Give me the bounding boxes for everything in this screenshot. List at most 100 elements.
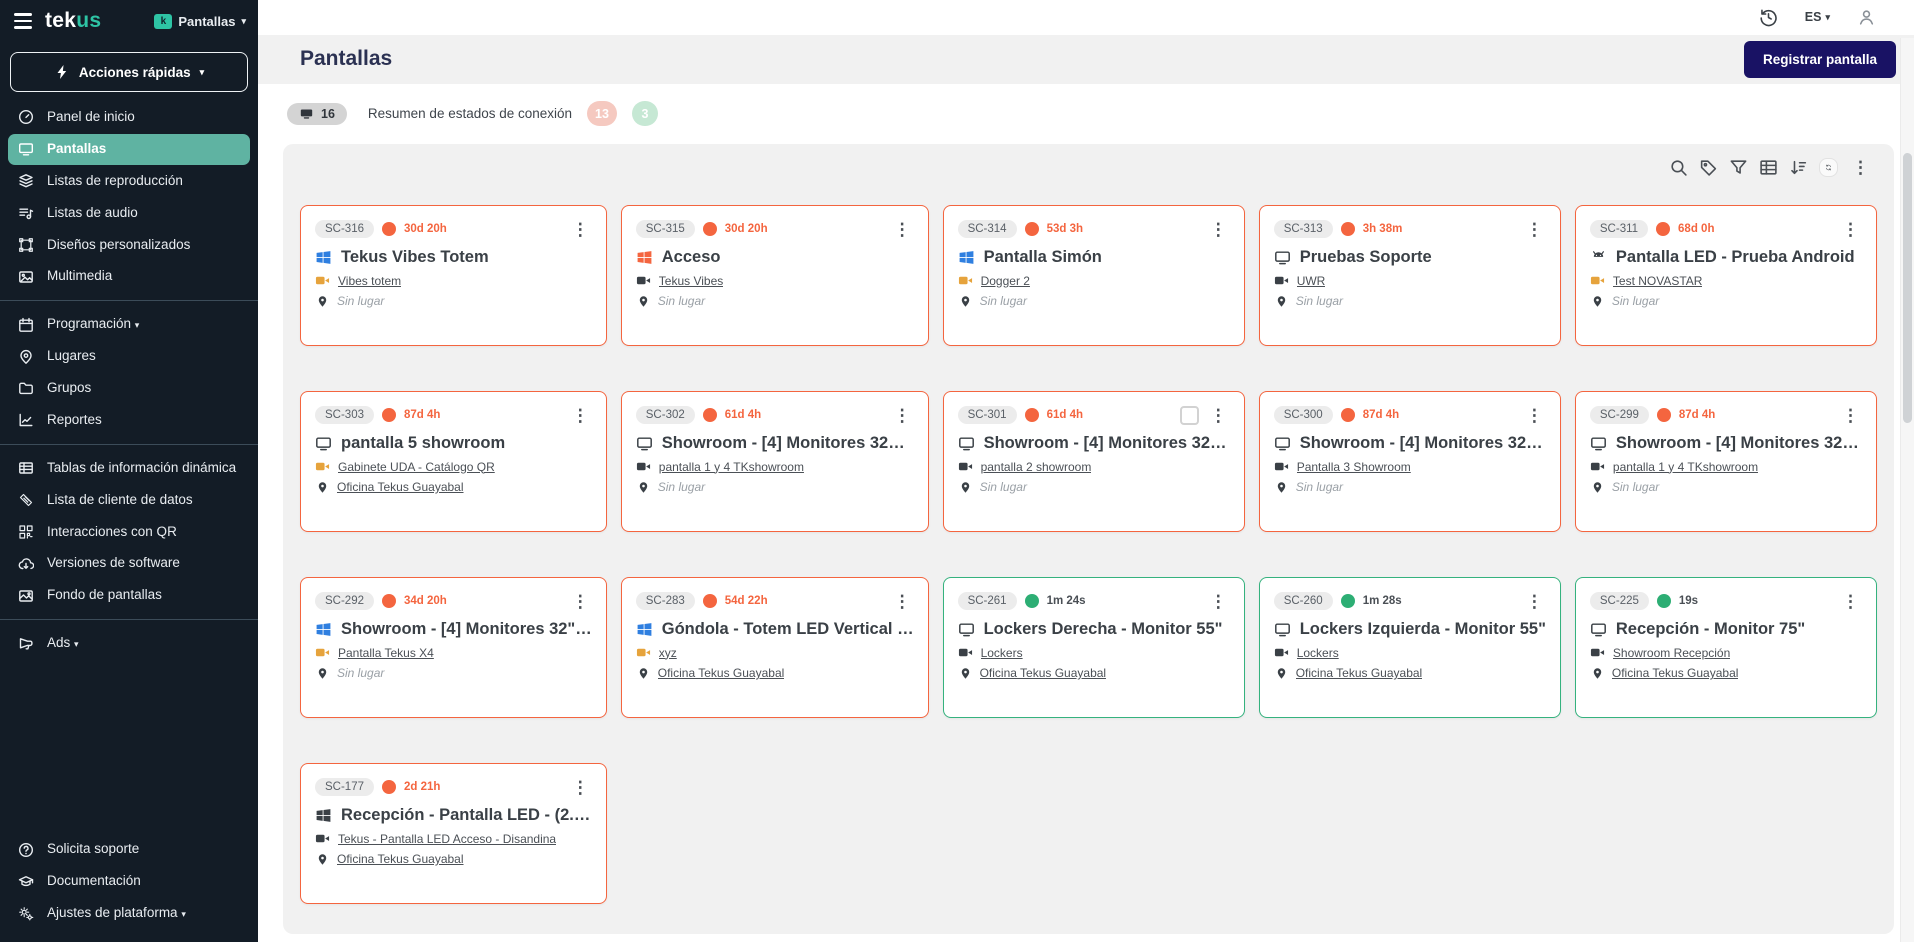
card-menu-icon[interactable]: ⋮ bbox=[569, 779, 592, 796]
select-checkbox[interactable] bbox=[1180, 406, 1199, 425]
card-header: SC-2601m 28s⋮ bbox=[1274, 589, 1546, 613]
card-menu-icon[interactable]: ⋮ bbox=[1207, 221, 1230, 238]
playlist-link[interactable]: Pantalla 3 Showroom bbox=[1297, 460, 1411, 474]
screen-card[interactable]: SC-22519s⋮Recepción - Monitor 75"Showroo… bbox=[1575, 577, 1877, 718]
sidebar-item-listas-de-reproducci-n[interactable]: Listas de reproducción bbox=[8, 166, 250, 197]
card-menu-icon[interactable]: ⋮ bbox=[569, 221, 592, 238]
playlist-link[interactable]: Vibes totem bbox=[338, 274, 401, 288]
sidebar-item-ads[interactable]: Ads ▾ bbox=[8, 628, 250, 659]
card-menu-icon[interactable]: ⋮ bbox=[1839, 407, 1862, 424]
scrollbar[interactable] bbox=[1900, 38, 1914, 942]
menu-icon[interactable] bbox=[12, 11, 34, 30]
playlist-link[interactable]: xyz bbox=[659, 646, 677, 660]
register-screen-button[interactable]: Registrar pantalla bbox=[1744, 41, 1896, 78]
card-menu-icon[interactable]: ⋮ bbox=[569, 593, 592, 610]
quick-actions-button[interactable]: Acciones rápidas ▾ bbox=[10, 52, 248, 92]
filter-icon[interactable] bbox=[1729, 158, 1748, 177]
history-icon[interactable] bbox=[1759, 8, 1778, 27]
camera-icon bbox=[1590, 459, 1605, 474]
screen-card[interactable]: SC-29234d 20h⋮Showroom - [4] Monitores 3… bbox=[300, 577, 607, 718]
monitor-icon bbox=[1590, 435, 1607, 452]
sidebar-item-listas-de-audio[interactable]: Listas de audio bbox=[8, 198, 250, 229]
location-link[interactable]: Oficina Tekus Guayabal bbox=[337, 480, 464, 494]
sidebar-item-panel-de-inicio[interactable]: Panel de inicio bbox=[8, 102, 250, 133]
card-menu-icon[interactable]: ⋮ bbox=[891, 593, 914, 610]
sidebar-item-programaci-n[interactable]: Programación ▾ bbox=[8, 309, 250, 340]
location-link[interactable]: Oficina Tekus Guayabal bbox=[337, 852, 464, 866]
sidebar-item-label: Listas de audio bbox=[47, 205, 138, 222]
playlist-link[interactable]: Test NOVASTAR bbox=[1613, 274, 1703, 288]
card-menu-icon[interactable]: ⋮ bbox=[1523, 221, 1546, 238]
screen-card[interactable]: SC-3133h 38m⋮Pruebas SoporteUWRSin lugar bbox=[1259, 205, 1561, 346]
table-view-icon[interactable] bbox=[1759, 158, 1778, 177]
sidebar-item-lugares[interactable]: Lugares bbox=[8, 341, 250, 372]
location-row: Oficina Tekus Guayabal bbox=[636, 666, 914, 680]
tag-icon[interactable] bbox=[1699, 158, 1718, 177]
playlist-link[interactable]: Tekus Vibes bbox=[659, 274, 723, 288]
sidebar-item-dise-os-personalizados[interactable]: Diseños personalizados bbox=[8, 230, 250, 261]
screen-card[interactable]: SC-29987d 4h⋮Showroom - [4] Monitores 32… bbox=[1575, 391, 1877, 532]
screen-card[interactable]: SC-30087d 4h⋮Showroom - [4] Monitores 32… bbox=[1259, 391, 1561, 532]
location-link[interactable]: Oficina Tekus Guayabal bbox=[980, 666, 1107, 680]
screen-card[interactable]: SC-30161d 4h⋮Showroom - [4] Monitores 32… bbox=[943, 391, 1245, 532]
sidebar-item-interacciones-con-qr[interactable]: Interacciones con QR bbox=[8, 517, 250, 548]
card-menu-icon[interactable]: ⋮ bbox=[1523, 593, 1546, 610]
card-menu-icon[interactable]: ⋮ bbox=[891, 221, 914, 238]
playlist-link[interactable]: pantalla 1 y 4 TKshowroom bbox=[1613, 460, 1758, 474]
search-icon[interactable] bbox=[1669, 158, 1688, 177]
windows-icon bbox=[315, 249, 332, 266]
sidebar-item-ajustes-de-plataforma[interactable]: Ajustes de plataforma ▾ bbox=[8, 898, 250, 929]
screen-card[interactable]: SC-31530d 20h⋮AccesoTekus VibesSin lugar bbox=[621, 205, 929, 346]
sidebar-item-reportes[interactable]: Reportes bbox=[8, 405, 250, 436]
qr-icon bbox=[18, 524, 34, 540]
card-menu-icon[interactable]: ⋮ bbox=[891, 407, 914, 424]
playlist-row: Lockers bbox=[1274, 645, 1546, 660]
location-link[interactable]: Oficina Tekus Guayabal bbox=[658, 666, 785, 680]
playlist-link[interactable]: Dogger 2 bbox=[981, 274, 1030, 288]
playlist-link[interactable]: UWR bbox=[1297, 274, 1326, 288]
playlist-link[interactable]: Gabinete UDA - Catálogo QR bbox=[338, 460, 495, 474]
module-selector[interactable]: k Pantallas ▾ bbox=[154, 14, 246, 29]
location-link[interactable]: Oficina Tekus Guayabal bbox=[1612, 666, 1739, 680]
playlist-link[interactable]: Pantalla Tekus X4 bbox=[338, 646, 434, 660]
sidebar-item-lista-de-cliente-de-datos[interactable]: Lista de cliente de datos bbox=[8, 485, 250, 516]
card-menu-icon[interactable]: ⋮ bbox=[1839, 593, 1862, 610]
sidebar-item-fondo-de-pantallas[interactable]: Fondo de pantallas bbox=[8, 580, 250, 611]
card-menu-icon[interactable]: ⋮ bbox=[1207, 407, 1230, 424]
screen-card[interactable]: SC-30261d 4h⋮Showroom - [4] Monitores 32… bbox=[621, 391, 929, 532]
card-menu-icon[interactable]: ⋮ bbox=[1523, 407, 1546, 424]
screen-card[interactable]: SC-31168d 0h⋮Pantalla LED - Prueba Andro… bbox=[1575, 205, 1877, 346]
screen-card[interactable]: SC-30387d 4h⋮pantalla 5 showroomGabinete… bbox=[300, 391, 607, 532]
screen-card[interactable]: SC-31630d 20h⋮Tekus Vibes TotemVibes tot… bbox=[300, 205, 607, 346]
sidebar-item-grupos[interactable]: Grupos bbox=[8, 373, 250, 404]
card-menu-icon[interactable]: ⋮ bbox=[1839, 221, 1862, 238]
connection-duration: 87d 4h bbox=[1363, 409, 1399, 421]
screen-card[interactable]: SC-2601m 28s⋮Lockers Izquierda - Monitor… bbox=[1259, 577, 1561, 718]
playlist-link[interactable]: pantalla 1 y 4 TKshowroom bbox=[659, 460, 804, 474]
location-link[interactable]: Oficina Tekus Guayabal bbox=[1296, 666, 1423, 680]
screen-card[interactable]: SC-1772d 21h⋮Recepción - Pantalla LED - … bbox=[300, 763, 607, 904]
playlist-link[interactable]: Lockers bbox=[1297, 646, 1339, 660]
language-selector[interactable]: ES ▾ bbox=[1805, 10, 1830, 24]
sidebar-item-solicita-soporte[interactable]: Solicita soporte bbox=[8, 834, 250, 865]
playlist-link[interactable]: pantalla 2 showroom bbox=[981, 460, 1092, 474]
screen-card[interactable]: SC-31453d 3h⋮Pantalla SimónDogger 2Sin l… bbox=[943, 205, 1245, 346]
sidebar-item-multimedia[interactable]: Multimedia bbox=[8, 261, 250, 292]
sidebar-item-versiones-de-software[interactable]: Versiones de software bbox=[8, 548, 250, 579]
user-icon[interactable] bbox=[1857, 8, 1876, 27]
screen-card[interactable]: SC-28354d 22h⋮Góndola - Totem LED Vertic… bbox=[621, 577, 929, 718]
pin-solid-icon bbox=[959, 295, 972, 308]
card-menu-icon[interactable]: ⋮ bbox=[1207, 593, 1230, 610]
playlist-link[interactable]: Lockers bbox=[981, 646, 1023, 660]
screen-card[interactable]: SC-2611m 24s⋮Lockers Derecha - Monitor 5… bbox=[943, 577, 1245, 718]
scrollbar-thumb[interactable] bbox=[1903, 153, 1912, 423]
sidebar-item-documentaci-n[interactable]: Documentación bbox=[8, 866, 250, 897]
sort-icon[interactable] bbox=[1789, 158, 1808, 177]
playlist-link[interactable]: Tekus - Pantalla LED Acceso - Disandina bbox=[338, 832, 556, 846]
playlist-link[interactable]: Showroom Recepción bbox=[1613, 646, 1730, 660]
sidebar-item-tablas-de-informaci-n-din-mica[interactable]: Tablas de información dinámica bbox=[8, 453, 250, 484]
card-menu-icon[interactable]: ⋮ bbox=[569, 407, 592, 424]
sidebar-item-pantallas[interactable]: Pantallas bbox=[8, 134, 250, 165]
refresh-icon[interactable] bbox=[1819, 158, 1838, 177]
more-icon[interactable]: ⋮ bbox=[1849, 159, 1872, 176]
